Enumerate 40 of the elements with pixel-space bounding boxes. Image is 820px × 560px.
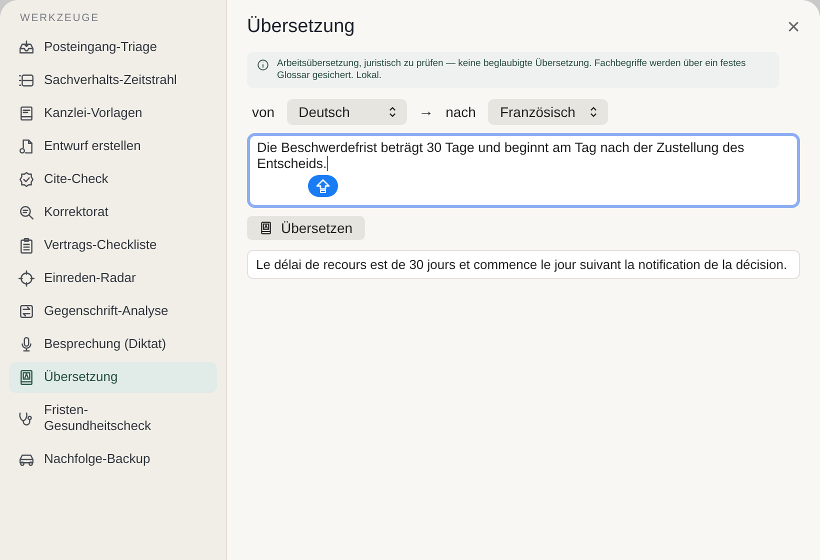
inbox-tray-icon bbox=[18, 39, 35, 56]
badge-check-icon bbox=[18, 171, 35, 188]
sidebar-item[interactable]: Gegenschrift-Analyse bbox=[9, 296, 217, 327]
book-letter-icon bbox=[18, 369, 35, 386]
translate-button[interactable]: Übersetzen bbox=[247, 216, 365, 240]
sidebar-item[interactable]: Nachfolge-Backup bbox=[9, 444, 217, 474]
sidebar-item[interactable]: Vertrags-Checkliste bbox=[9, 230, 217, 261]
sidebar-item[interactable]: Korrektorat bbox=[9, 197, 217, 228]
book-letter-icon bbox=[259, 220, 273, 235]
sidebar-item[interactable]: Besprechung (Diktat) bbox=[9, 329, 217, 360]
chevron-updown-icon bbox=[589, 106, 598, 118]
book-icon bbox=[18, 105, 35, 122]
sidebar-item[interactable]: Übersetzung bbox=[9, 362, 217, 393]
to-label: nach bbox=[446, 104, 476, 120]
sidebar-item[interactable]: Cite-Check bbox=[9, 164, 217, 195]
panel-title: Übersetzung bbox=[247, 16, 355, 38]
sidebar-item[interactable]: Fristen-Gesundheitscheck bbox=[9, 395, 217, 442]
clipboard-icon bbox=[18, 237, 35, 254]
sidebar-item[interactable]: Posteingang-Triage bbox=[9, 32, 217, 63]
swap-document-icon bbox=[18, 303, 35, 320]
sidebar-item[interactable]: Kanzlei-Vorlagen bbox=[9, 98, 217, 129]
sidebar-item[interactable]: Einreden-Radar bbox=[9, 263, 217, 294]
source-text-field[interactable]: Die Beschwerdefrist beträgt 30 Tage und beginnt am Tag nach der Zustellung des Entscheids. bbox=[247, 132, 800, 208]
stethoscope-icon bbox=[18, 410, 35, 427]
timeline-list-icon bbox=[18, 72, 35, 89]
sidebar-item[interactable]: Entwurf erstellen bbox=[9, 131, 217, 162]
translation-output: Le délai de recours est de 30 jours et commence le jour suivant la notification de la décision. bbox=[247, 250, 800, 279]
chevron-updown-icon bbox=[388, 106, 397, 118]
notice-text: Arbeitsübersetzung, juristisch zu prüfen — keine beglaubigte Übersetzung. Fachbegriffe werden über ein festes Glossar gesichert. Lokal. bbox=[277, 58, 747, 82]
sidebar-heading: WERKZEUGE bbox=[19, 12, 100, 26]
close-button[interactable]: × bbox=[787, 16, 800, 38]
arrow-text: → bbox=[418, 103, 434, 120]
document-icon bbox=[18, 138, 35, 155]
source-language-dropdown[interactable]: Deutsch bbox=[286, 98, 407, 125]
info-icon bbox=[257, 59, 269, 71]
crosshair-icon bbox=[18, 270, 35, 287]
from-label: von bbox=[252, 104, 275, 120]
sidebar-item[interactable]: Sachverhalts-Zeitstrahl bbox=[9, 65, 217, 96]
target-language-dropdown[interactable]: Französisch bbox=[488, 98, 608, 125]
magnifier-icon bbox=[18, 204, 35, 221]
